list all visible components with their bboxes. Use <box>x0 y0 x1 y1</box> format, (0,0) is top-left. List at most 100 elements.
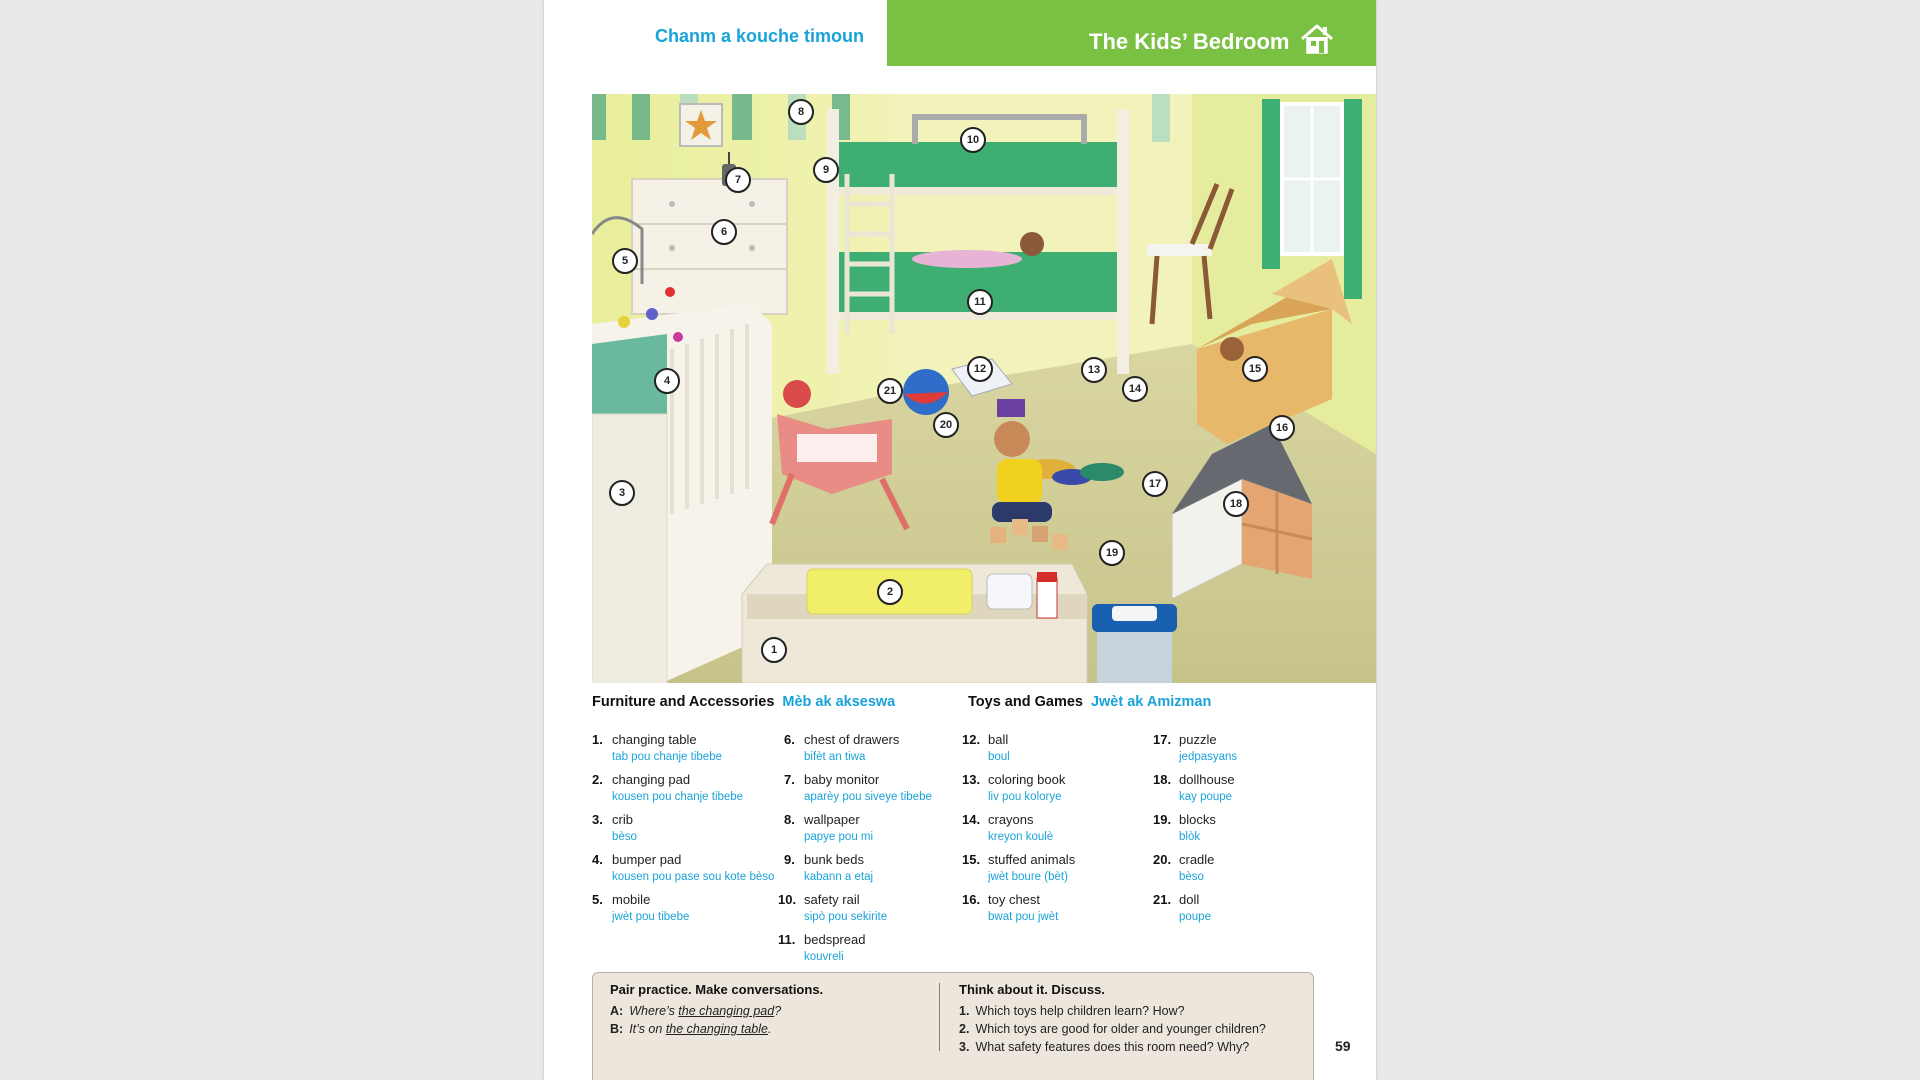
vocab-number: 17. <box>1153 732 1172 747</box>
practice-box: Pair practice. Make conversations. A: Whe… <box>592 972 1314 1080</box>
vocab-word: changing pad <box>612 772 691 787</box>
vocab-column-3: 12. ball boul 13. coloring book liv pou kolor… <box>962 732 1158 932</box>
vocab-item: 11. bedspread kouvreli <box>778 932 974 964</box>
vocab-word: bunk beds <box>804 852 864 867</box>
vocab-translation: kousen pou pase sou kote bèso <box>612 871 775 883</box>
callout-18: 18 <box>1223 491 1249 517</box>
discuss-question-1: 1. Which toys help children learn? How? <box>959 1004 1185 1018</box>
vocab-item: 20. cradle bèso <box>1153 852 1349 884</box>
vocab-translation: bifèt an tiwa <box>804 751 866 763</box>
vocab-word: crayons <box>988 812 1034 827</box>
discuss-question-3: 3. What safety features does this room ne… <box>959 1040 1250 1054</box>
vocab-translation: blòk <box>1179 831 1201 843</box>
callout-4: 4 <box>654 368 680 394</box>
kreyol-title: Chanm a kouche timoun <box>654 26 864 46</box>
vocab-number: 11. <box>778 932 796 947</box>
vocab-word: coloring book <box>988 772 1066 787</box>
page-title: The Kids’ Bedroom <box>1089 29 1290 54</box>
vocab-translation: jwèt boure (bèt) <box>988 871 1068 883</box>
header-left: Chanm a kouche timoun <box>544 0 886 66</box>
vocab-item: 9. bunk beds kabann a etaj <box>784 852 974 884</box>
vocab-translation: boul <box>988 751 1010 763</box>
vocab-column-1: 1. changing table tab pou chanje tibebe 2. c… <box>592 732 782 932</box>
vocab-number: 5. <box>592 892 603 907</box>
vocab-number: 13. <box>962 772 981 787</box>
callout-11: 11 <box>967 289 993 315</box>
diaper-pail <box>1092 604 1177 683</box>
callout-19: 19 <box>1099 540 1125 566</box>
vocab-word: toy chest <box>988 892 1041 907</box>
discuss-question-2: 2. Which toys are good for older and youn… <box>959 1022 1266 1036</box>
star-picture <box>679 103 723 147</box>
vocab-item: 6. chest of drawers bifèt an tiwa <box>784 732 974 764</box>
vocab-number: 9. <box>784 852 795 867</box>
callout-9: 9 <box>813 157 839 183</box>
vocab-item: 13. coloring book liv pou kolorye <box>962 772 1158 804</box>
vocab-number: 19. <box>1153 812 1172 827</box>
vocab-number: 16. <box>962 892 981 907</box>
callout-13: 13 <box>1081 357 1107 383</box>
vocab-translation: tab pou chanje tibebe <box>612 751 722 763</box>
vocab-number: 18. <box>1153 772 1172 787</box>
pair-practice-title: Pair practice. Make conversations. <box>610 982 824 997</box>
vocab-number: 10. <box>778 892 797 907</box>
vocab-item: 8. wallpaper papye pou mi <box>784 812 974 844</box>
vocab-word: baby monitor <box>804 772 880 787</box>
callout-16: 16 <box>1269 415 1295 441</box>
vocab-number: 6. <box>784 732 795 747</box>
vocab-translation: papye pou mi <box>804 831 874 843</box>
vocab-word: cradle <box>1179 852 1215 867</box>
vocab-item: 1. changing table tab pou chanje tibebe <box>592 732 782 764</box>
callout-20: 20 <box>933 412 959 438</box>
vocab-number: 21. <box>1153 892 1172 907</box>
callout-14: 14 <box>1122 376 1148 402</box>
callout-12: 12 <box>967 356 993 382</box>
vocab-word: chest of drawers <box>804 732 900 747</box>
vocab-word: puzzle <box>1179 732 1217 747</box>
vocab-number: 20. <box>1153 852 1172 867</box>
vocab-item: 17. puzzle jedpasyans <box>1153 732 1349 764</box>
vocab-item: 21. doll poupe <box>1153 892 1349 924</box>
callout-6: 6 <box>711 219 737 245</box>
vocab-word: stuffed animals <box>988 852 1076 867</box>
vocab-translation: liv pou kolorye <box>988 791 1062 803</box>
vocab-word: crib <box>612 812 633 827</box>
vocab-number: 14. <box>962 812 981 827</box>
vocab-word: dollhouse <box>1179 772 1235 787</box>
vocab-item: 4. bumper pad kousen pou pase sou kote bès… <box>592 852 782 884</box>
callout-8: 8 <box>788 99 814 125</box>
bedroom-illustration <box>592 94 1376 683</box>
vocab-translation: jedpasyans <box>1179 751 1238 763</box>
ball <box>903 369 949 415</box>
vocab-number: 3. <box>592 812 603 827</box>
doll <box>783 380 811 408</box>
vocab-number: 12. <box>962 732 981 747</box>
vocab-item: 14. crayons kreyon koulè <box>962 812 1158 844</box>
vocab-number: 4. <box>592 852 603 867</box>
vocab-translation: bèso <box>1179 871 1204 883</box>
vocab-translation: kreyon koulè <box>988 831 1054 843</box>
vocab-item: 3. crib bèso <box>592 812 782 844</box>
vocab-item: 19. blocks blòk <box>1153 812 1349 844</box>
dialog-line-b: B: It’s on the changing table. <box>610 1022 772 1036</box>
vocab-word: ball <box>988 732 1009 747</box>
textbook-page: Chanm a kouche timoun The Kids’ Bedroom <box>544 0 1376 1080</box>
vocab-column-4: 17. puzzle jedpasyans 18. dollhouse kay poupe… <box>1153 732 1349 932</box>
discuss-title: Think about it. Discuss. <box>959 982 1105 997</box>
callout-17: 17 <box>1142 471 1168 497</box>
vocab-item: 2. changing pad kousen pou chanje tibebe <box>592 772 782 804</box>
vocab-translation: sipò pou sekirite <box>804 911 888 923</box>
vocab-translation: bwat pou jwèt <box>988 911 1059 923</box>
dialog-line-a: A: Where’s the changing pad? <box>610 1004 782 1018</box>
page-number: 59 <box>1335 1038 1351 1054</box>
callout-10: 10 <box>960 127 986 153</box>
vocab-translation: kousen pou chanje tibebe <box>612 791 744 803</box>
vocab-translation: bèso <box>612 831 637 843</box>
vocab-item: 18. dollhouse kay poupe <box>1153 772 1349 804</box>
vocab-word: safety rail <box>804 892 860 907</box>
vocab-number: 2. <box>592 772 603 787</box>
practice-divider <box>939 983 940 1051</box>
furniture-section-heading: Furniture and Accessories Mèb ak akseswa <box>592 694 896 710</box>
vocab-item: 15. stuffed animals jwèt boure (bèt) <box>962 852 1158 884</box>
vocab-word: wallpaper <box>804 812 860 827</box>
